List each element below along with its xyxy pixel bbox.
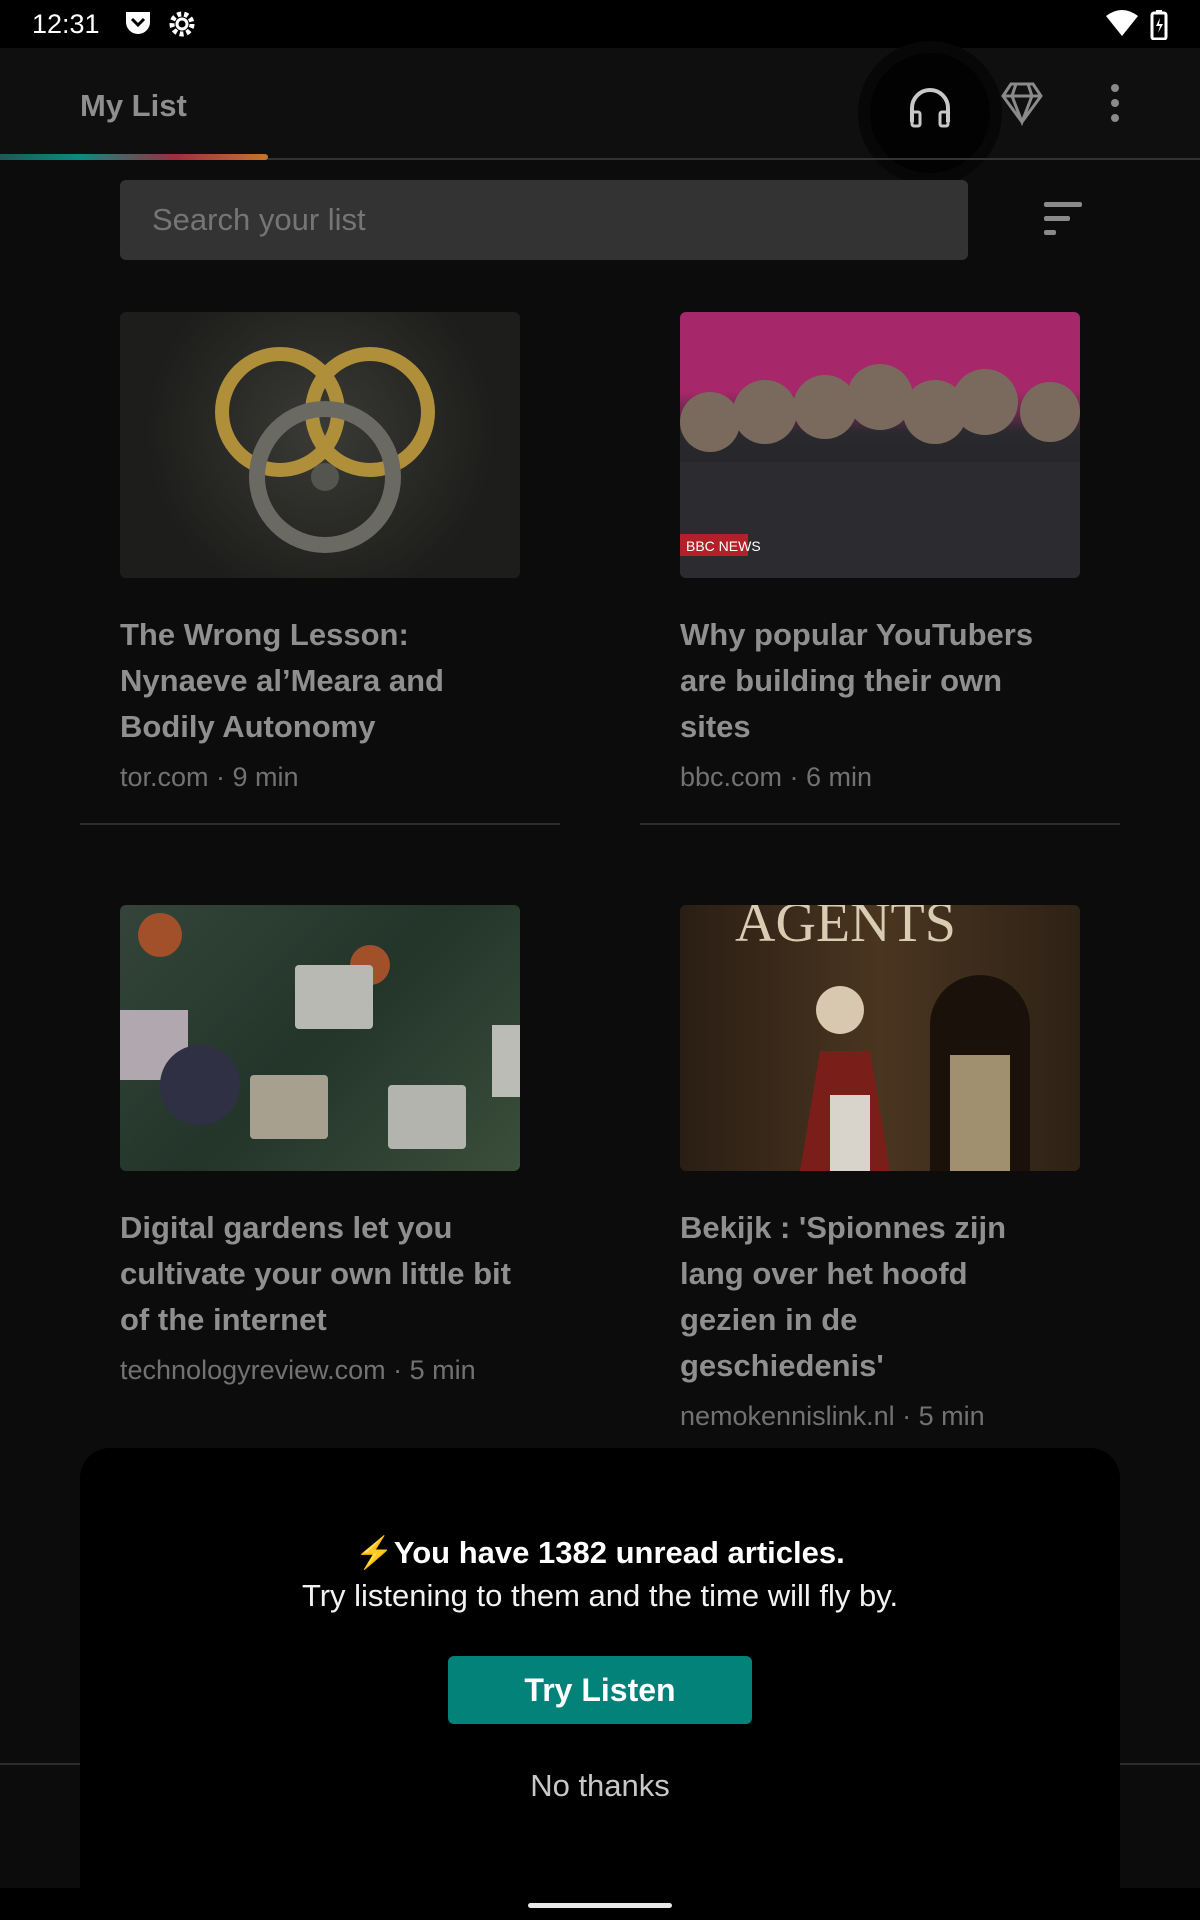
- filter-icon-line: [1044, 216, 1070, 221]
- page-title: My List: [80, 88, 187, 123]
- article-meta: bbc.com · 6 min: [680, 762, 873, 792]
- sort-filter-button[interactable]: [1044, 202, 1084, 238]
- filter-icon: [1044, 202, 1082, 207]
- article-title: The Wrong Lesson: Nynaeve al’Meara and B…: [120, 617, 444, 744]
- premium-button[interactable]: [990, 76, 1054, 140]
- article-title: Why popular YouTubers are building their…: [680, 617, 1034, 744]
- agents-image-text: AGENTS: [735, 905, 956, 954]
- article-title: Bekijk : 'Spionnes zijn lang over het ho…: [680, 1210, 1007, 1383]
- listen-button[interactable]: [870, 53, 990, 173]
- no-thanks-button[interactable]: No thanks: [500, 1768, 700, 1804]
- filter-icon-line: [1044, 230, 1056, 235]
- lightning-icon: ⚡: [355, 1535, 394, 1570]
- try-listen-button[interactable]: Try Listen: [448, 1656, 752, 1724]
- article-meta: tor.com · 9 min: [120, 762, 299, 792]
- headphones-icon: [906, 84, 954, 142]
- navigation-bar: [0, 1888, 1200, 1920]
- promo-headline: ⚡You have 1382 unread articles.: [80, 1534, 1120, 1571]
- settings-icon: [168, 10, 196, 45]
- status-bar: 12:31: [0, 0, 1200, 48]
- listen-promo-sheet: ⚡You have 1382 unread articles. Try list…: [80, 1448, 1120, 1898]
- article-thumbnail: BBC NEWS: [680, 312, 1080, 578]
- wifi-icon: [1106, 10, 1138, 45]
- more-options-button[interactable]: [1083, 76, 1147, 140]
- article-thumbnail: [120, 905, 520, 1171]
- bbc-news-label: BBC NEWS: [686, 538, 761, 554]
- toolbar: My List: [0, 48, 1200, 173]
- promo-subtitle: Try listening to them and the time will …: [301, 1578, 899, 1613]
- more-vert-icon: [1110, 83, 1120, 133]
- search-input[interactable]: [120, 180, 968, 260]
- pocket-icon: [124, 10, 152, 43]
- card-divider: [80, 823, 560, 825]
- reading-progress-bar: [0, 154, 268, 160]
- battery-charging-icon: [1150, 10, 1168, 47]
- diamond-icon: [999, 80, 1045, 136]
- clock: 12:31: [32, 9, 100, 39]
- promo-headline-text: You have 1382 unread articles.: [393, 1535, 845, 1570]
- article-meta: nemokennislink.nl · 5 min: [680, 1401, 985, 1431]
- card-divider: [640, 823, 1120, 825]
- home-gesture-handle[interactable]: [528, 1903, 672, 1908]
- article-thumbnail: AGENTS: [680, 905, 1080, 1171]
- article-title: Digital gardens let you cultivate your o…: [120, 1210, 511, 1337]
- article-meta: technologyreview.com · 5 min: [120, 1355, 476, 1385]
- article-thumbnail: [120, 312, 520, 578]
